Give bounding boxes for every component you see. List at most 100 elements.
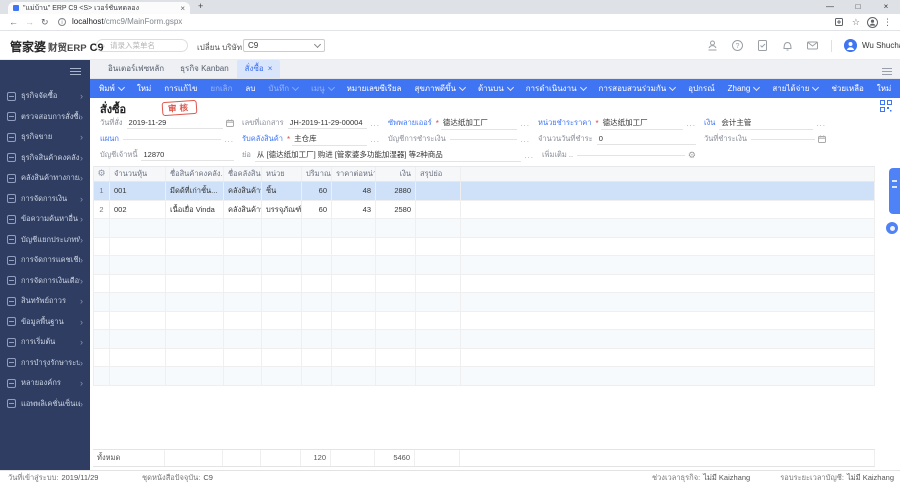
field-value-input[interactable]: JH-2019-11-29-00004 [287, 118, 368, 129]
table-empty-row[interactable] [94, 311, 875, 330]
sidebar-item-2[interactable]: ธุรกิจขาย › [0, 127, 90, 148]
sidebar-item-15[interactable]: แอพพลิเคชั่นเซ็นเตอร์› [0, 394, 90, 415]
toolbar-button-3[interactable]: ยกเลิก [210, 82, 232, 95]
field-value-input[interactable]: 12870 [141, 150, 234, 161]
toolbar-button-16[interactable]: ใหม่ [877, 82, 891, 95]
window-maximize-button[interactable]: □ [844, 0, 872, 14]
browser-page-action-icon[interactable] [834, 17, 844, 27]
field-value-input[interactable]: 主仓库 [292, 133, 368, 146]
search-input[interactable] [108, 40, 182, 51]
table-empty-row[interactable] [94, 330, 875, 349]
table-empty-row[interactable] [94, 219, 875, 238]
browser-profile-icon[interactable] [867, 17, 878, 28]
toolbar-button-4[interactable]: ลบ [245, 82, 255, 95]
field-value-input[interactable] [751, 138, 815, 140]
document-edit-icon[interactable] [756, 39, 769, 52]
table-settings-gear-icon[interactable]: ⚙ [94, 167, 110, 181]
table-empty-row[interactable] [94, 274, 875, 293]
new-tab-button[interactable]: + [198, 1, 203, 11]
tab-close-icon[interactable]: × [180, 4, 185, 13]
calendar-icon[interactable] [226, 119, 234, 127]
side-fab-button[interactable] [886, 222, 898, 234]
user-name[interactable]: Wu Shuchan [862, 41, 900, 50]
address-url[interactable]: localhost/cmc9/MainForm.gspx [72, 14, 182, 30]
toolbar-button-6[interactable]: เมนู [311, 82, 335, 95]
tab-close-icon[interactable]: × [268, 64, 273, 73]
sidebar-item-1[interactable]: ตรวจสอบการสั่งซื้อ › [0, 107, 90, 128]
sidebar-item-12[interactable]: การเริ่มต้น › [0, 332, 90, 353]
ellipsis-lookup-button[interactable]: ... [524, 151, 534, 160]
toolbar-button-11[interactable]: การสอบสวนร่วมกัน [599, 82, 677, 95]
toolbar-button-10[interactable]: การดำเนินงาน [526, 82, 587, 95]
sidebar-item-6[interactable]: ข้อความค้นหาอื่น ๆ › [0, 209, 90, 230]
ellipsis-lookup-button[interactable]: ... [520, 119, 530, 128]
field-value-input[interactable] [577, 154, 685, 156]
document-tab-0[interactable]: อินเตอร์เฟซหลัก [100, 60, 172, 78]
table-row-2[interactable]: 2002เนื้อเยื่อ Vindaคลังสินค้าหลักบรรจุภ… [94, 200, 875, 219]
reload-icon[interactable]: ↻ [41, 14, 49, 30]
field-value-input[interactable]: 0 [596, 134, 696, 145]
site-info-icon[interactable]: i [58, 18, 66, 26]
field-label[interactable]: หน่วยชำระราคา [538, 117, 592, 129]
bookmark-star-icon[interactable]: ☆ [852, 14, 860, 30]
field-value-input[interactable]: 会计主管 [719, 117, 814, 130]
field-label[interactable]: แผนก [100, 133, 119, 145]
field-value-input[interactable]: 从 [德达纸加工厂] 购进 [管家婆多功能加湿器] 等2种商品 [254, 149, 522, 162]
side-panel-ribbon[interactable] [889, 168, 900, 214]
toolbar-button-13[interactable]: Zhang [728, 83, 761, 93]
sidebar-item-7[interactable]: บัญชีแยกประเภททั่วไป› [0, 230, 90, 251]
forward-icon[interactable]: → [25, 14, 34, 30]
field-value-input[interactable] [122, 138, 222, 140]
toolbar-button-7[interactable]: หมายเลขซีเรียล [347, 82, 402, 95]
toolbar-button-14[interactable]: สายได้จ่าย [772, 82, 820, 95]
table-empty-row[interactable] [94, 256, 875, 275]
sidebar-item-10[interactable]: สินทรัพย์ถาวร › [0, 291, 90, 312]
toolbar-button-1[interactable]: ใหม่ [137, 82, 151, 95]
toolbar-button-0[interactable]: พิมพ์ [99, 82, 125, 95]
back-icon[interactable]: ← [9, 14, 18, 30]
document-tab-1[interactable]: ธุรกิจ Kanban [172, 60, 237, 78]
more-settings-gear-icon[interactable]: ⚙ [688, 150, 696, 161]
calendar-icon[interactable] [818, 135, 826, 143]
sidebar-item-13[interactable]: การบำรุงรักษาระบบ › [0, 353, 90, 374]
table-empty-row[interactable] [94, 367, 875, 386]
menu-search-box[interactable] [96, 39, 188, 52]
ellipsis-lookup-button[interactable]: ... [224, 135, 234, 144]
sidebar-item-9[interactable]: การจัดการเงินเดือน › [0, 271, 90, 292]
table-row-1[interactable]: 1001มีดด้ที่เก่าชั้น...คลังสินค้าหลักชิ้… [94, 182, 875, 201]
field-value-input[interactable]: 2019-11-29 [126, 118, 223, 129]
toolbar-button-8[interactable]: สุขภาพดีขึ้น [414, 82, 467, 95]
toolbar-button-2[interactable]: การแก้ไข [164, 82, 197, 95]
toolbar-button-5[interactable]: บันทึก [268, 82, 300, 95]
sidebar-item-3[interactable]: ธุรกิจสินค้าคงคลัง › [0, 148, 90, 169]
ellipsis-lookup-button[interactable]: ... [370, 135, 380, 144]
help-icon[interactable]: ? [731, 39, 744, 52]
user-avatar[interactable] [844, 39, 857, 52]
window-close-button[interactable]: × [872, 0, 900, 14]
browser-menu-icon[interactable]: ⋮ [883, 14, 892, 30]
tab-overflow-icon[interactable] [882, 66, 892, 77]
ellipsis-lookup-button[interactable]: ... [686, 119, 696, 128]
ellipsis-lookup-button[interactable]: ... [816, 119, 826, 128]
sidebar-item-5[interactable]: การจัดการเงิน › [0, 189, 90, 210]
table-empty-row[interactable] [94, 348, 875, 367]
qrcode-icon[interactable] [880, 100, 892, 112]
sidebar-item-8[interactable]: การจัดการแคชเชียร์› [0, 250, 90, 271]
sidebar-item-11[interactable]: ข้อมูลพื้นฐาน › [0, 312, 90, 333]
document-tab-2[interactable]: สั่งซื้อ × [236, 60, 281, 78]
field-label[interactable]: เงิน [704, 117, 715, 129]
toolbar-button-9[interactable]: ด้านบน [478, 82, 514, 95]
field-value-input[interactable] [449, 138, 518, 140]
approval-icon[interactable] [706, 39, 719, 52]
ellipsis-lookup-button[interactable]: ... [520, 135, 530, 144]
sidebar-item-0[interactable]: ธุรกิจจัดซื้อ › [0, 86, 90, 107]
mail-icon[interactable] [806, 39, 819, 52]
sidebar-item-14[interactable]: หลายองค์กร › [0, 373, 90, 394]
field-value-input[interactable]: 德达纸加工厂 [600, 117, 684, 130]
sidebar-item-4[interactable]: คลังสินค้าทางกายภาพ› [0, 168, 90, 189]
toolbar-button-15[interactable]: ช่วยเหลือ [831, 82, 863, 95]
table-empty-row[interactable] [94, 237, 875, 256]
window-minimize-button[interactable]: — [816, 0, 844, 14]
field-label[interactable]: ซัพพลายเออร์ [388, 117, 432, 129]
table-empty-row[interactable] [94, 293, 875, 312]
